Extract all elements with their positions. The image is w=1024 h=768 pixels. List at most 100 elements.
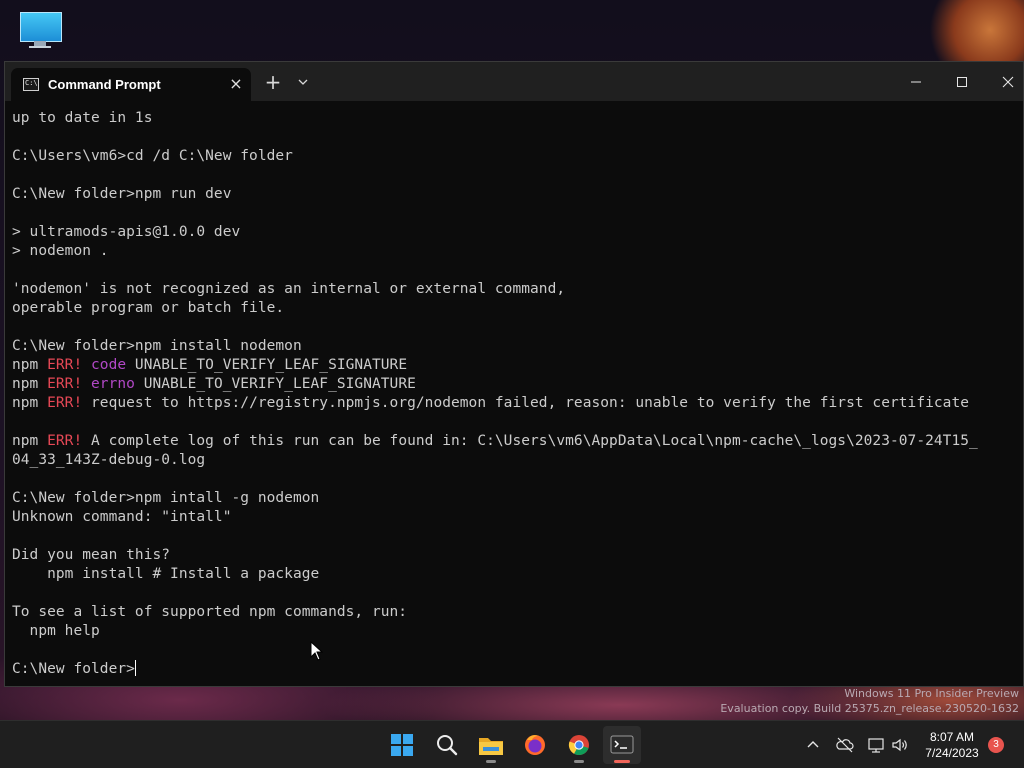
text-caret <box>134 660 136 676</box>
console-text: Unknown command: "intall" <box>12 509 232 525</box>
console-text: npm <box>12 357 48 373</box>
console-line: operable program or batch file. <box>12 299 1017 318</box>
this-pc-desktop-icon[interactable] <box>18 10 62 50</box>
console-line: C:\New folder>npm install nodemon <box>12 337 1017 356</box>
console-line: npm ERR! request to https://registry.npm… <box>12 394 1017 413</box>
console-line: up to date in 1s <box>12 109 1017 128</box>
terminal-window[interactable]: C:\ Command Prompt × + up to date in 1s … <box>4 61 1024 687</box>
new-tab-button[interactable]: + <box>262 71 284 93</box>
console-text: C:\New folder>npm install nodemon <box>12 338 302 354</box>
console-text: ERR! <box>47 376 83 392</box>
title-bar[interactable]: C:\ Command Prompt × + <box>5 62 1023 101</box>
console-text: C:\New folder>npm run dev <box>12 186 232 202</box>
console-text: UNABLE_TO_VERIFY_LEAF_SIGNATURE <box>134 376 416 392</box>
console-text: To see a list of supported npm commands,… <box>12 604 408 620</box>
onedrive-cloud-icon[interactable] <box>835 735 855 755</box>
console-line: Did you mean this? <box>12 546 1017 565</box>
console-text: request to https://registry.npmjs.org/no… <box>82 395 970 411</box>
volume-icon[interactable] <box>890 735 910 755</box>
minimize-button[interactable] <box>893 62 939 100</box>
console-text: npm <box>12 376 48 392</box>
clock[interactable]: 8:07 AM 7/24/2023 <box>918 729 986 761</box>
clock-date: 7/24/2023 <box>925 746 979 760</box>
console-line: Unknown command: "intall" <box>12 508 1017 527</box>
firefox-icon <box>525 735 545 755</box>
console-text: operable program or batch file. <box>12 300 285 316</box>
console-line: 'nodemon' is not recognized as an intern… <box>12 280 1017 299</box>
watermark-line-2: Evaluation copy. Build 25375.zn_release.… <box>720 702 1019 715</box>
console-output[interactable]: up to date in 1s C:\Users\vm6>cd /d C:\Ne… <box>12 109 1017 685</box>
console-text: > ultramods-apis@1.0.0 dev <box>12 224 241 240</box>
mouse-cursor-icon <box>310 640 324 661</box>
console-text: ERR! <box>47 433 83 449</box>
close-window-button[interactable] <box>985 62 1024 100</box>
console-line: npm install # Install a package <box>12 565 1017 584</box>
tab-command-prompt[interactable]: C:\ Command Prompt × <box>11 68 251 101</box>
close-tab-icon[interactable]: × <box>225 73 247 95</box>
notification-badge[interactable]: 3 <box>988 737 1004 753</box>
console-text: 04_33_143Z-debug-0.log <box>12 452 206 468</box>
chevron-down-icon[interactable] <box>293 72 313 92</box>
console-text: C:\Users\vm6>cd /d C:\New folder <box>12 148 293 164</box>
console-text: npm install # Install a package <box>12 566 320 582</box>
console-line: > ultramods-apis@1.0.0 dev <box>12 223 1017 242</box>
console-text: 'nodemon' is not recognized as an intern… <box>12 281 566 297</box>
search-icon <box>437 735 458 756</box>
firefox-button[interactable] <box>516 726 554 764</box>
search-button[interactable] <box>428 726 466 764</box>
console-line: > nodemon . <box>12 242 1017 261</box>
watermark-line-1: Windows 11 Pro Insider Preview <box>844 687 1019 700</box>
windows-watermark: Windows 11 Pro Insider Preview Evaluatio… <box>720 686 1019 716</box>
console-line: C:\New folder>npm intall -g nodemon <box>12 489 1017 508</box>
console-line: npm ERR! A complete log of this run can … <box>12 432 1017 451</box>
console-text: C:\New folder>npm intall -g nodemon <box>12 490 320 506</box>
console-text: npm help <box>12 623 100 639</box>
console-text: up to date in 1s <box>12 110 153 126</box>
start-button[interactable] <box>383 726 421 764</box>
maximize-button[interactable] <box>939 62 985 100</box>
console-text: npm <box>12 395 48 411</box>
console-text: npm <box>12 433 48 449</box>
windows-logo-icon <box>391 734 413 756</box>
console-line: To see a list of supported npm commands,… <box>12 603 1017 622</box>
console-text: C:\New folder> <box>12 661 135 677</box>
clock-time: 8:07 AM <box>929 730 975 744</box>
chrome-icon <box>568 735 589 756</box>
console-line: C:\Users\vm6>cd /d C:\New folder <box>12 147 1017 166</box>
active-indicator <box>614 760 630 763</box>
console-line: npm ERR! errno UNABLE_TO_VERIFY_LEAF_SIG… <box>12 375 1017 394</box>
console-text: ERR! <box>47 395 83 411</box>
console-line: 04_33_143Z-debug-0.log <box>12 451 1017 470</box>
console-text: > nodemon . <box>12 243 109 259</box>
console-text: ERR! <box>47 357 83 373</box>
console-text: code <box>91 357 127 373</box>
console-text: Did you mean this? <box>12 547 171 563</box>
monitor-icon-screen <box>20 12 62 42</box>
console-line: npm help <box>12 622 1017 641</box>
folder-icon <box>479 738 503 755</box>
network-icon[interactable] <box>866 735 886 755</box>
chrome-button[interactable] <box>560 726 598 764</box>
taskbar: 8:07 AM 7/24/2023 3 <box>0 720 1024 768</box>
command-prompt-icon: C:\ <box>23 78 39 91</box>
command-prompt-icon-text: C:\ <box>25 79 38 87</box>
console-text: A complete log of this run can be found … <box>82 433 978 449</box>
show-hidden-icons-chevron-icon[interactable] <box>803 735 823 755</box>
console-line: C:\New folder>npm run dev <box>12 185 1017 204</box>
file-explorer-button[interactable] <box>472 726 510 764</box>
terminal-button[interactable] <box>603 726 641 764</box>
running-indicator <box>486 760 496 763</box>
running-indicator <box>574 760 584 763</box>
terminal-icon <box>610 735 634 754</box>
